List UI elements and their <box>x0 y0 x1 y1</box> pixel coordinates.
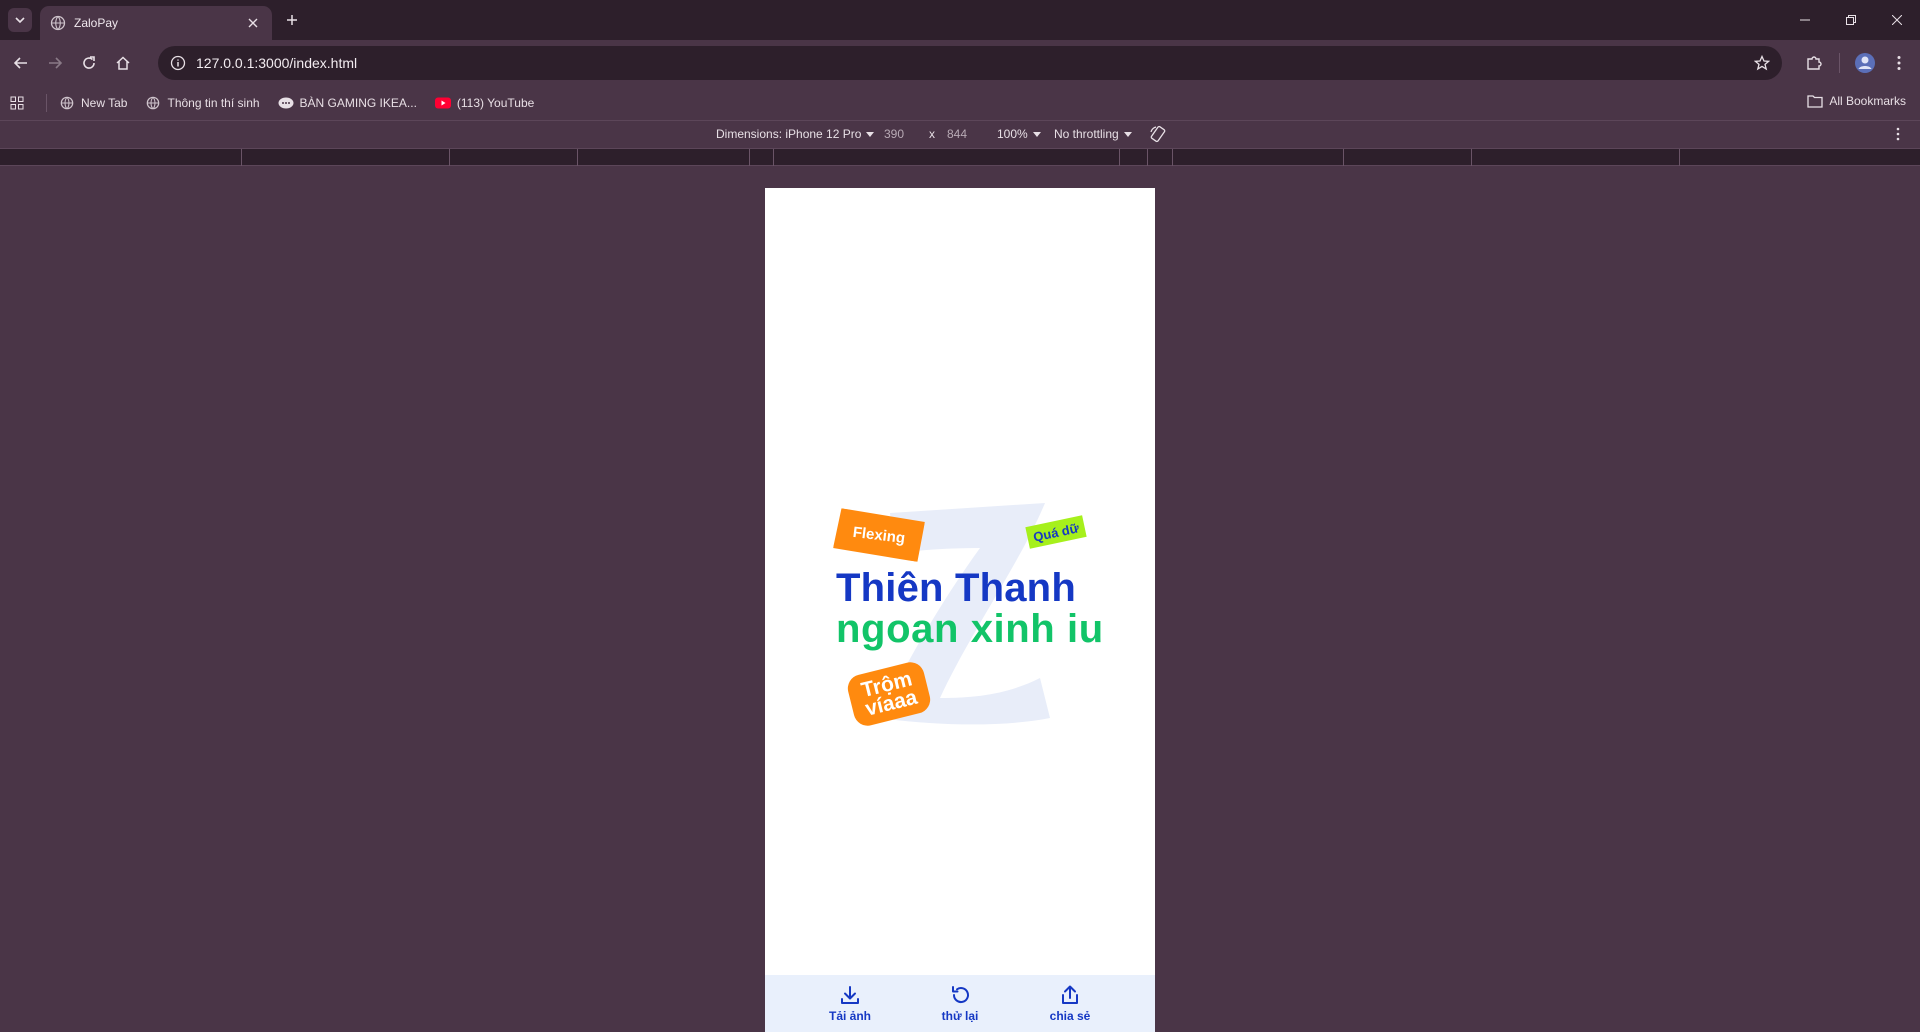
retry-label: thử lại <box>941 1009 979 1023</box>
ruler-tick <box>1679 149 1680 166</box>
device-toolbar: Dimensions: iPhone 12 Pro 390 x 844 100%… <box>0 120 1920 148</box>
globe-icon <box>145 95 161 111</box>
toolbar-divider <box>1839 53 1840 73</box>
ruler-tick <box>773 149 774 166</box>
tab-search-button[interactable] <box>8 8 32 32</box>
more-vertical-icon <box>1896 127 1900 141</box>
bookmark-youtube[interactable]: (113) YouTube <box>434 95 535 111</box>
reload-button[interactable] <box>72 46 106 80</box>
ruler-tick <box>1119 149 1120 166</box>
chat-icon <box>278 95 294 111</box>
tab-strip: ZaloPay <box>0 0 1920 40</box>
bookmark-ban-gaming-ikea[interactable]: BÀN GAMING IKEA... <box>278 95 417 111</box>
ruler-tick <box>1343 149 1344 166</box>
back-button[interactable] <box>4 46 38 80</box>
ruler-tick <box>241 149 242 166</box>
restore-button[interactable] <box>1828 0 1874 40</box>
ruler-tick <box>1172 149 1173 166</box>
rotate-icon <box>1150 125 1166 143</box>
close-icon <box>248 18 258 28</box>
tab-close-button[interactable] <box>244 14 262 32</box>
minimize-button[interactable] <box>1782 0 1828 40</box>
name-line-1: Thiên Thanh <box>836 566 1076 610</box>
viewport-width-input[interactable]: 390 <box>884 127 904 141</box>
viewport-height-input[interactable]: 844 <box>947 127 967 141</box>
tab-title: ZaloPay <box>74 16 119 30</box>
caret-down-icon <box>866 131 875 137</box>
avatar-icon <box>1855 53 1875 73</box>
url-text[interactable]: 127.0.0.1:3000/index.html <box>196 55 1754 71</box>
bookmark-label: Thông tin thí sinh <box>167 96 260 110</box>
bookmark-thong-tin-thi-sinh[interactable]: Thông tin thí sinh <box>145 95 260 111</box>
zoom-label: 100% <box>997 127 1028 141</box>
minimize-icon <box>1800 19 1810 21</box>
forward-button[interactable] <box>38 46 72 80</box>
media-query-ruler[interactable] <box>0 148 1920 166</box>
action-bar: Tải ảnh thử lại chia sẻ <box>765 975 1155 1032</box>
bookmark-new-tab[interactable]: New Tab <box>59 95 127 111</box>
home-icon <box>116 56 130 70</box>
all-bookmarks-label: All Bookmarks <box>1829 94 1906 108</box>
profile-button[interactable] <box>1848 46 1882 80</box>
menu-button[interactable] <box>1882 46 1916 80</box>
info-icon[interactable] <box>170 55 186 71</box>
restore-icon <box>1846 15 1856 25</box>
arrow-right-icon <box>49 57 63 69</box>
chevron-down-icon <box>15 17 25 24</box>
throttling-label: No throttling <box>1054 127 1119 141</box>
ruler-tick <box>1471 149 1472 166</box>
bookmark-divider <box>46 94 47 112</box>
close-window-button[interactable] <box>1874 0 1920 40</box>
ruler-tick <box>449 149 450 166</box>
device-toolbar-menu[interactable] <box>1896 127 1900 141</box>
window-controls <box>1782 0 1920 40</box>
bookmark-label: BÀN GAMING IKEA... <box>299 96 417 110</box>
name-line-2: ngoan xinh iu <box>836 607 1104 651</box>
globe-icon <box>59 95 75 111</box>
zoom-dropdown[interactable]: 100% <box>997 127 1041 141</box>
apps-button[interactable] <box>10 96 24 110</box>
toolbar-actions <box>1797 46 1920 80</box>
ruler-tick <box>1147 149 1148 166</box>
share-button[interactable]: chia sẻ <box>1035 984 1105 1023</box>
share-icon <box>1062 985 1078 1004</box>
reload-icon <box>83 56 95 69</box>
youtube-icon <box>434 95 451 111</box>
caret-down-icon <box>1123 131 1132 137</box>
all-bookmarks-button[interactable]: All Bookmarks <box>1807 94 1906 108</box>
star-icon[interactable] <box>1754 55 1770 71</box>
browser-toolbar: 127.0.0.1:3000/index.html <box>0 40 1920 86</box>
bookmark-label: New Tab <box>81 96 128 110</box>
rotate-button[interactable] <box>1149 125 1167 143</box>
close-icon <box>1892 15 1902 25</box>
new-tab-button[interactable] <box>280 8 304 32</box>
ruler-tick <box>749 149 750 166</box>
folder-icon <box>1807 95 1823 108</box>
apps-grid-icon <box>10 96 24 110</box>
device-viewport: Flexing Quá dữ Thiên Thanh ngoan xinh iu… <box>765 188 1155 1032</box>
address-bar[interactable]: 127.0.0.1:3000/index.html <box>158 46 1782 80</box>
more-vertical-icon <box>1897 56 1901 70</box>
device-dimensions-label: Dimensions: iPhone 12 Pro <box>716 127 862 141</box>
share-label: chia sẻ <box>1049 1009 1091 1023</box>
download-label: Tải ảnh <box>828 1009 871 1023</box>
extensions-button[interactable] <box>1797 46 1831 80</box>
arrow-left-icon <box>13 57 27 69</box>
retry-button[interactable]: thử lại <box>925 984 995 1023</box>
globe-icon <box>50 15 66 31</box>
bookmarks-bar: New Tab Thông tin thí sinh BÀN GAMING IK… <box>0 86 1920 120</box>
ruler-tick <box>577 149 578 166</box>
home-button[interactable] <box>106 46 140 80</box>
caret-down-icon <box>1032 131 1041 137</box>
browser-tab[interactable]: ZaloPay <box>40 6 272 40</box>
plus-icon <box>287 15 297 25</box>
dimension-times-symbol: x <box>929 127 935 141</box>
puzzle-icon <box>1807 56 1822 70</box>
device-dimensions-dropdown[interactable]: Dimensions: iPhone 12 Pro <box>716 127 875 141</box>
retry-icon <box>952 986 969 1004</box>
bookmark-label: (113) YouTube <box>456 96 535 110</box>
download-button[interactable]: Tải ảnh <box>815 984 885 1023</box>
throttling-dropdown[interactable]: No throttling <box>1054 127 1132 141</box>
download-icon <box>841 986 859 1004</box>
